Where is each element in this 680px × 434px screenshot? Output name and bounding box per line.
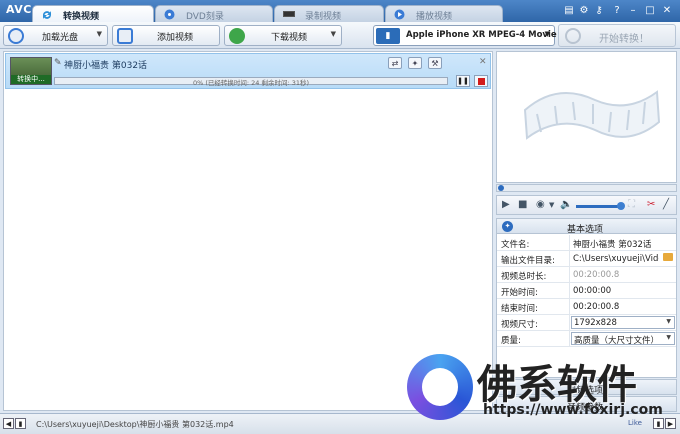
load-disc-button[interactable]: 加载光盘 ▼ [3,25,108,46]
effects-icon[interactable]: ✦ [408,57,422,69]
stop-icon[interactable]: ■ [518,199,527,210]
prop-row-output-dir: 输出文件目录: C:\Users\xuyueji\Videos... [497,251,676,267]
list-item[interactable]: 转换中... ✎ 神厨小福贵 第032话 ⇄ ✦ ⚒ ✕ 0% (已经转换时间:… [5,53,491,89]
tab-play-video[interactable]: 播放视频 [385,5,503,22]
file-name[interactable]: 神厨小福贵 第032话 [64,58,147,71]
swap-icon[interactable]: ⇄ [388,57,402,69]
seek-handle[interactable] [498,185,504,191]
film-strip-icon [523,90,661,140]
progress-bar: 0% (已经转换时间: 24 剩余时间: 31秒) [54,77,448,87]
start-convert-button[interactable]: 开始转换！ [558,24,676,47]
globe-download-icon [229,28,245,44]
disc-icon [164,9,175,20]
snapshot-icon[interactable]: ◉ [536,199,545,210]
chevron-down-icon: ▼ [666,318,671,325]
gear-icon[interactable]: ⚙ [578,5,590,17]
tools-icon[interactable]: ⚒ [428,57,442,69]
close-icon[interactable]: ✕ [661,5,673,17]
prop-row-quality: 质量: 高质量（大尺寸文件） ▼ [497,331,676,347]
watermark: 佛系软件 https://www.foxirj.com [405,352,675,424]
record-icon [283,9,295,19]
collapse-left-icon[interactable]: ◀ [3,418,14,429]
pause-button[interactable]: ❚❚ [456,75,470,87]
seek-bar[interactable] [496,184,677,192]
minimize-icon[interactable]: – [627,5,639,17]
chevron-down-icon[interactable]: ▼ [331,30,336,38]
download-video-button[interactable]: 下载视频 ▼ [224,25,342,46]
prop-row-duration: 视频总时长: 00:20:00.8 [497,267,676,283]
chevron-down-icon: ▼ [666,334,671,341]
volume-slider[interactable] [576,202,625,210]
tab-convert-video[interactable]: 转换视频 [32,5,154,22]
add-video-button[interactable]: 添加视频 [112,25,220,46]
video-add-icon [117,28,133,44]
wrench-icon: ✦ [502,221,513,232]
quality-select[interactable]: 高质量（大尺寸文件） ▼ [571,332,675,346]
playback-controls: ▶ ■ ◉ ▼ 🔈 ⛶ ✂ ╱ [496,195,677,215]
play-icon[interactable]: ▶ [502,199,510,210]
profile-icon: ▮ [376,28,400,44]
volume-icon[interactable]: 🔈 [560,199,572,210]
video-thumbnail: 转换中... [10,57,52,85]
edit-icon[interactable]: ✎ [54,58,62,68]
preview-pane [496,51,677,183]
title-bar: AVC 转换视频 DVD刻录 录制视频 播放视频 ▤ ⚙ ⚷ ? – □ ✕ [0,0,680,22]
chevron-down-icon[interactable]: ▼ [545,30,550,38]
fullscreen-icon[interactable]: ⛶ [628,199,635,210]
key-icon[interactable]: ⚷ [593,5,605,17]
progress-text: 0% (已经转换时间: 24 剩余时间: 31秒) [192,79,310,87]
prop-row-filename: 文件名: 神厨小福贵 第032话 [497,235,676,251]
app-logo: AVC [6,3,32,16]
refresh-icon [565,28,581,44]
maximize-icon[interactable]: □ [644,5,656,17]
wand-icon[interactable]: ╱ [663,199,669,210]
status-path: C:\Users\xuyueji\Desktop\神厨小福贵 第032话.mp4 [36,420,234,429]
prop-row-end-time: 结束时间: 00:20:00.8 [497,299,676,315]
chevron-down-icon[interactable]: ▼ [549,201,554,209]
disc-add-icon [8,28,24,44]
toolbar: 加载光盘 ▼ 添加视频 下载视频 ▼ ▮ Apple iPhone XR MPE… [0,22,680,49]
panel-icon[interactable]: ▮ [15,418,26,429]
chevron-down-icon[interactable]: ▼ [97,30,102,38]
tab-dvd-burn[interactable]: DVD刻录 [155,5,273,22]
list-icon[interactable]: ▤ [563,5,575,17]
cut-icon[interactable]: ✂ [647,199,655,210]
output-profile-select[interactable]: ▮ Apple iPhone XR MPEG-4 Movie (*.m... ▼ [373,25,590,46]
video-size-select[interactable]: 1792x828 ▼ [571,316,675,329]
stop-button[interactable] [474,75,488,87]
tab-record-video[interactable]: 录制视频 [274,5,384,22]
properties-header[interactable]: ✦ 基本选项 [497,219,676,235]
play-icon [394,9,405,20]
remove-icon[interactable]: ✕ [479,57,487,67]
thumb-status: 转换中... [11,75,51,84]
folder-icon[interactable] [663,253,673,261]
prop-row-video-size: 视频尺寸: 1792x828 ▼ [497,315,676,331]
convert-icon [41,9,51,19]
help-icon[interactable]: ? [611,5,623,17]
watermark-logo-icon [407,354,473,420]
watermark-url: https://www.foxirj.com [483,402,663,418]
prop-row-start-time: 开始时间: 00:00:00 [497,283,676,299]
